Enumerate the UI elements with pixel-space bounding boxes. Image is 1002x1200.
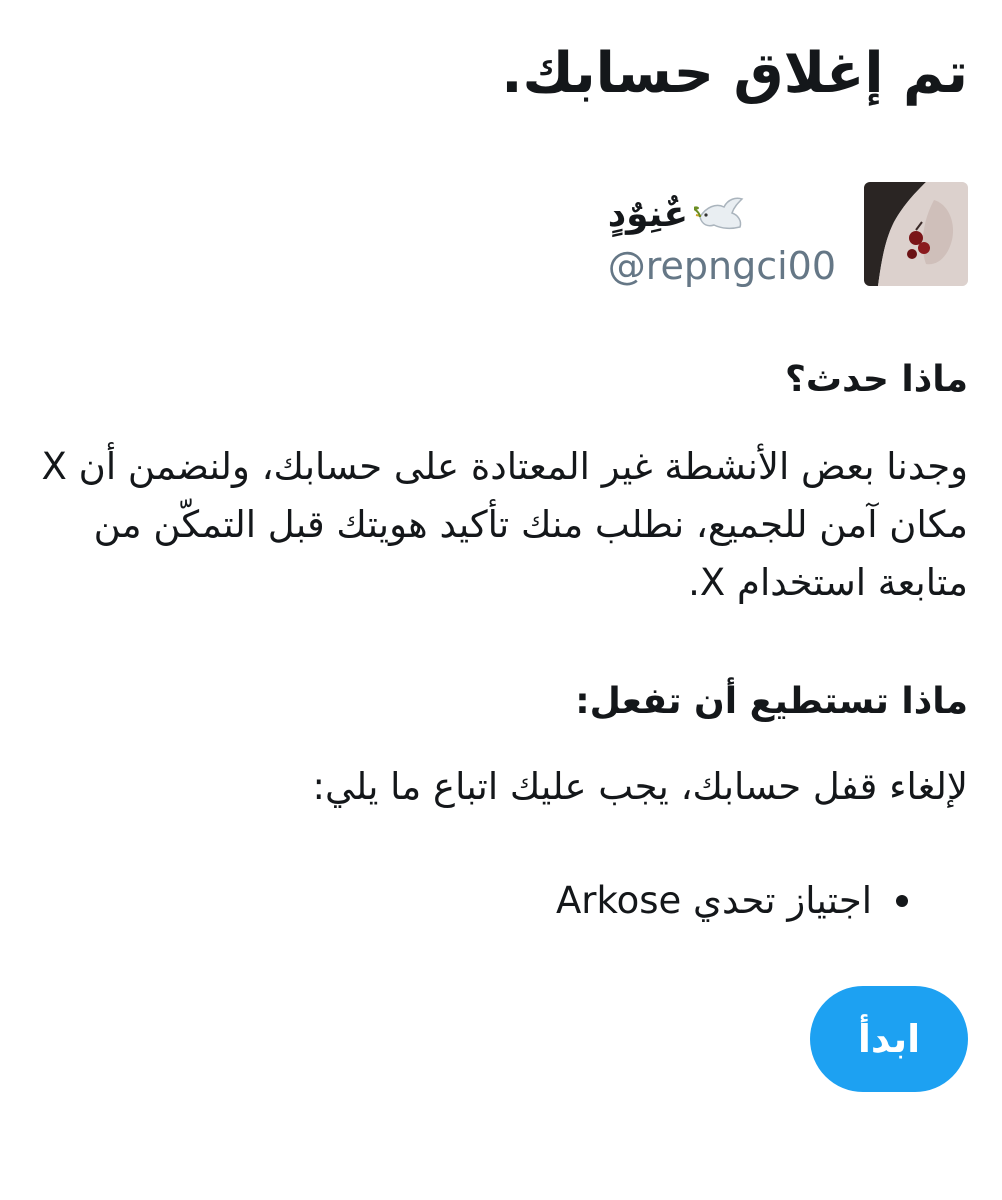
display-name-row: عٌنِوٌدٍ [608,186,746,244]
what-happened-heading: ماذا حدث؟ [785,359,968,400]
what-happened-body: وجدنا بعض الأنشطة غير المعتادة على حسابك… [41,445,968,604]
start-button[interactable]: ابدأ [810,986,968,1092]
list-item: اجتياز تحدي Arkose [556,872,908,930]
step-label: اجتياز تحدي Arkose [555,879,872,922]
user-card: عٌنِوٌدٍ @repngci00 [608,182,968,288]
account-locked-page: تم إغلاق حسابك. عٌنِوٌدٍ @repngci00 ماذا… [0,0,1002,1200]
user-handle: @repngci00 [607,244,836,288]
what-you-can-do-body: لإلغاء قفل حسابك، يجب عليك اتباع ما يلي: [312,765,968,808]
what-you-can-do-heading: ماذا تستطيع أن تفعل: [575,681,968,722]
dove-of-peace-icon [693,195,746,235]
avatar-photo [864,182,968,286]
user-text: عٌنِوٌدٍ @repngci00 [608,182,836,288]
avatar [864,182,968,286]
display-name: عٌنِوٌدٍ [607,194,689,235]
page-title: تم إغلاق حسابك. [501,41,968,106]
bullet-icon [896,895,908,907]
